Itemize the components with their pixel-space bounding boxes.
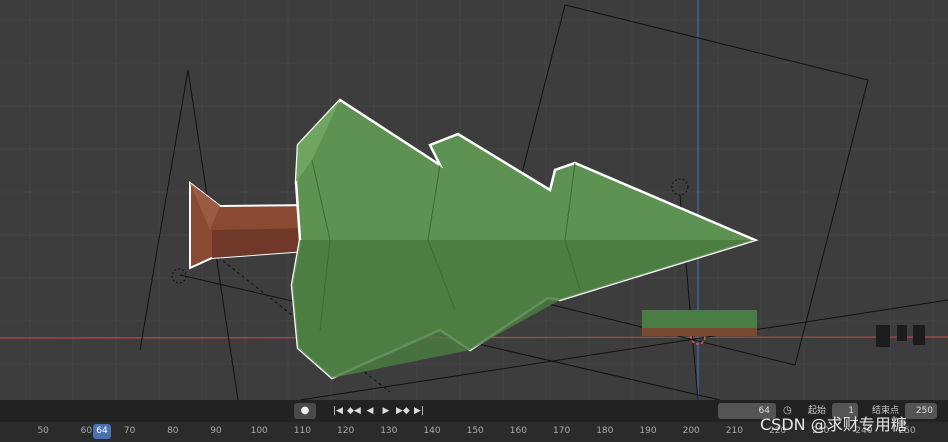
ruler-tick: 110 xyxy=(293,426,311,436)
ruler-tick: 60 xyxy=(80,426,93,436)
ruler-tick: 130 xyxy=(380,426,398,436)
dark-object[interactable] xyxy=(876,325,890,347)
current-frame-indicator[interactable]: 64 xyxy=(93,424,111,439)
ruler-tick: 100 xyxy=(250,426,268,436)
ruler-tick: 190 xyxy=(639,426,657,436)
jump-end-icon[interactable]: ▶| xyxy=(413,404,425,418)
ruler-tick: 200 xyxy=(682,426,700,436)
ruler-tick: 90 xyxy=(210,426,222,436)
play-icon[interactable]: ▶ xyxy=(380,404,392,418)
dark-object[interactable] xyxy=(897,325,907,341)
3d-viewport[interactable] xyxy=(0,0,948,401)
ruler-tick: 70 xyxy=(123,426,136,436)
ruler-tick: 50 xyxy=(37,426,49,436)
tree-model[interactable] xyxy=(189,98,759,380)
viewport-canvas xyxy=(0,0,948,401)
ruler-tick: 150 xyxy=(466,426,484,436)
end-frame-field[interactable]: 250 xyxy=(905,403,937,419)
watermark: CSDN @求财专用糖 xyxy=(760,415,907,434)
camera-target-icon[interactable] xyxy=(671,178,689,196)
play-reverse-icon[interactable]: ◀ xyxy=(364,404,376,418)
record-dot-icon[interactable]: ● xyxy=(294,403,316,419)
ruler-tick: 210 xyxy=(725,426,743,436)
ruler-tick: 160 xyxy=(509,426,527,436)
next-keyframe-icon[interactable]: ▶◆ xyxy=(396,404,410,418)
ruler-tick: 140 xyxy=(423,426,441,436)
ruler-tick: 170 xyxy=(553,426,571,436)
ruler-tick: 120 xyxy=(337,426,355,436)
ruler-tick: 80 xyxy=(167,426,179,436)
foliage-shadow-facet xyxy=(292,240,755,378)
tree-instances[interactable] xyxy=(642,310,757,336)
dark-object[interactable] xyxy=(913,325,925,345)
jump-start-icon[interactable]: |◀ xyxy=(332,404,344,418)
prev-keyframe-icon[interactable]: ◆◀ xyxy=(347,404,361,418)
ruler-tick: 180 xyxy=(596,426,614,436)
